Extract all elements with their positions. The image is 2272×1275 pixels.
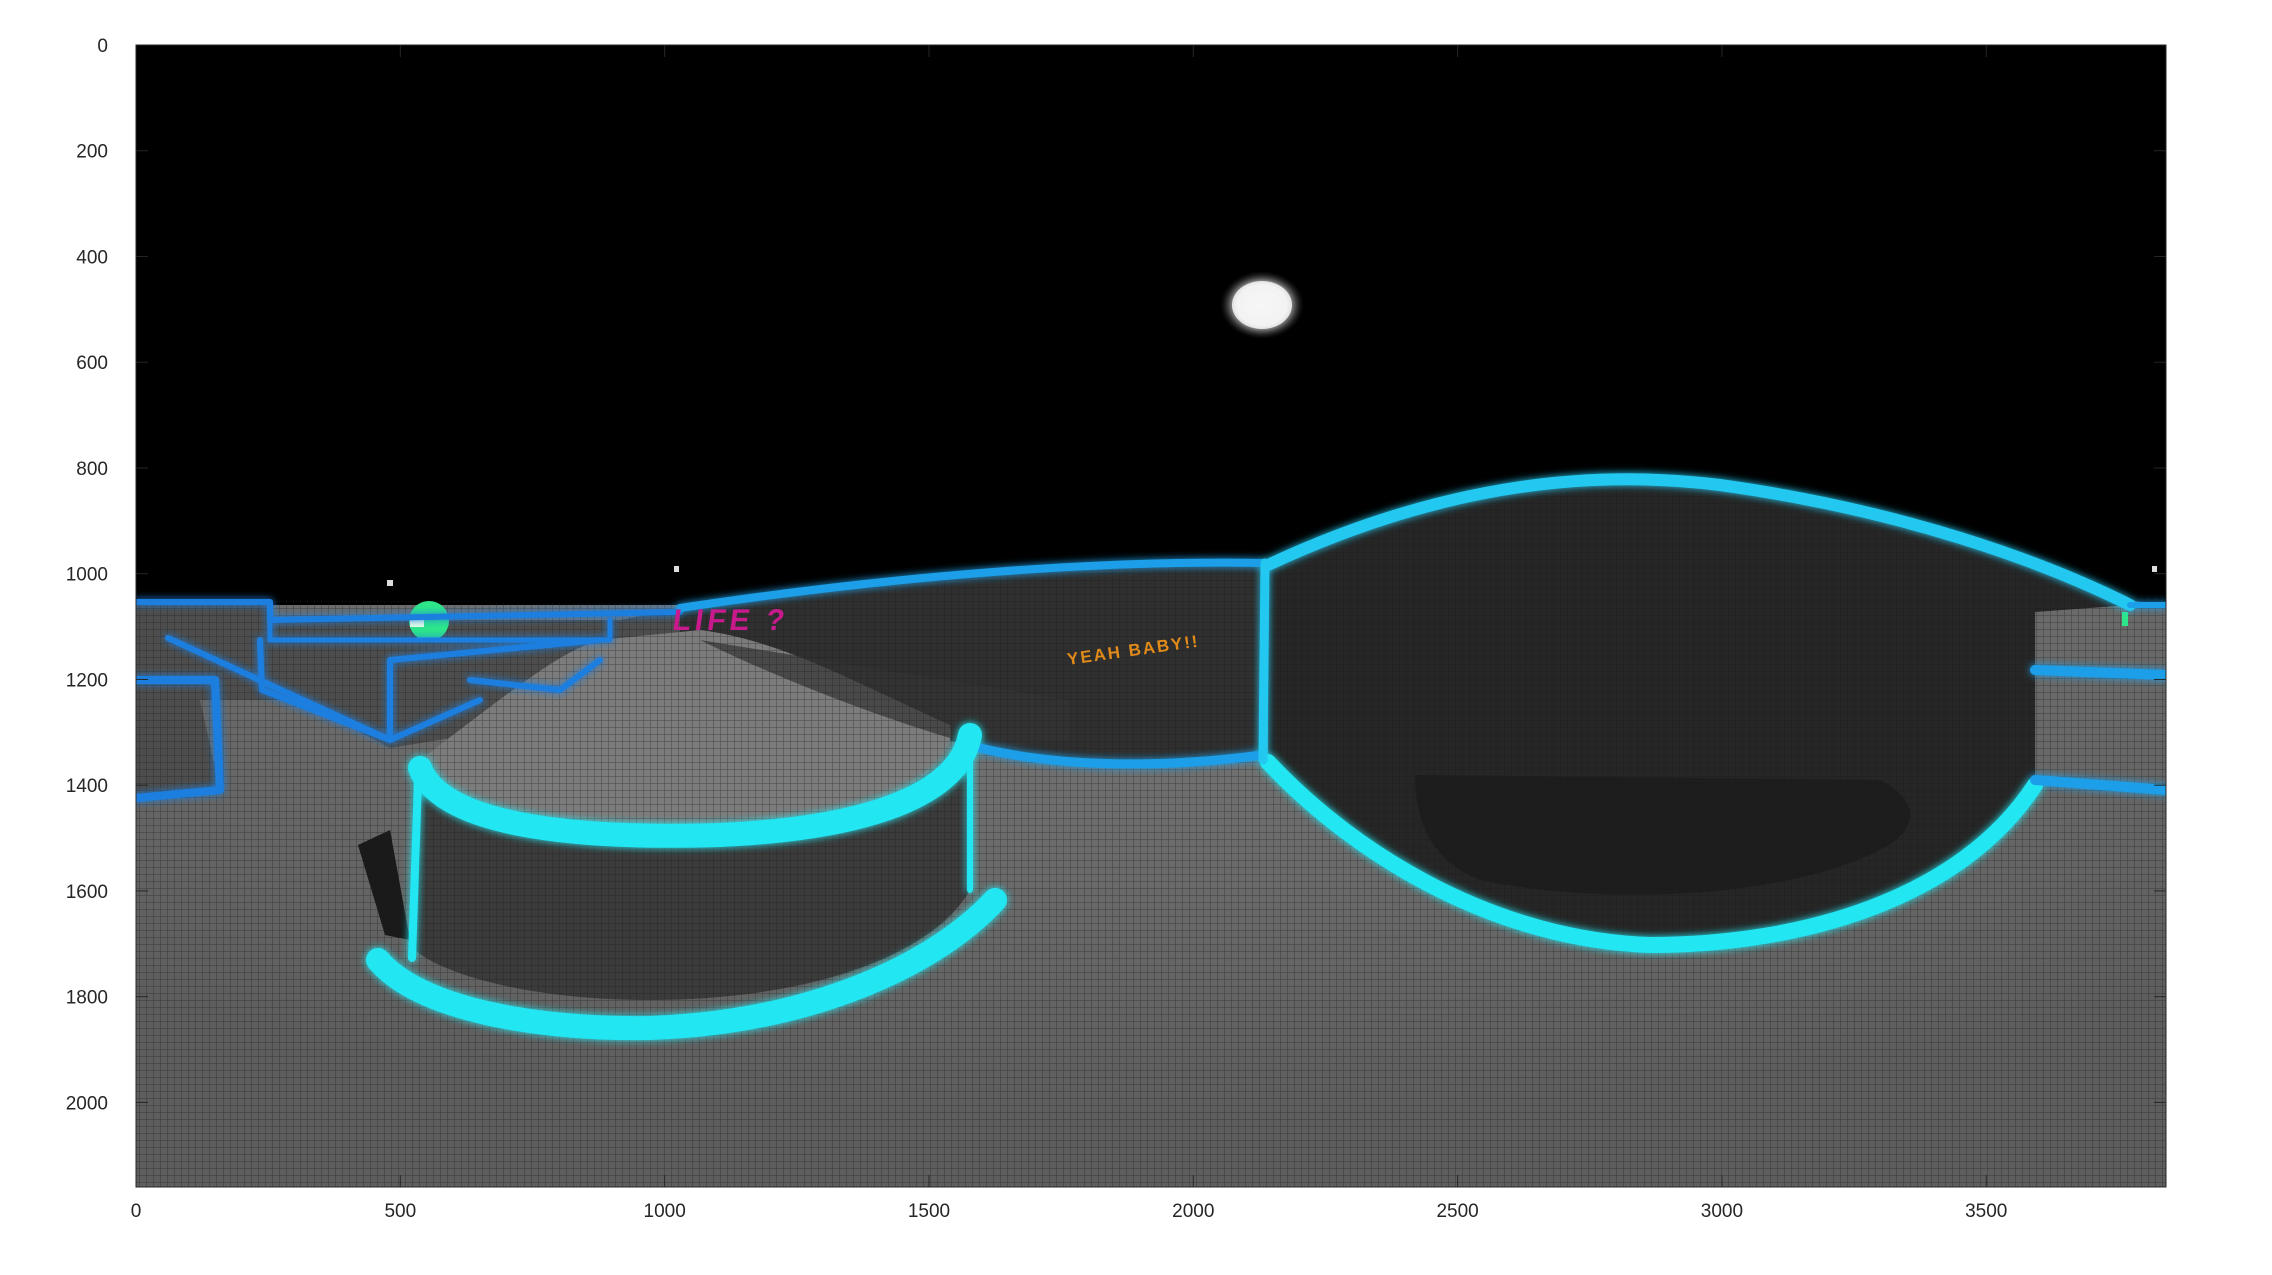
x-tick-label: 2000	[1172, 1201, 1214, 1222]
distant-light-1	[387, 580, 393, 586]
moon-core	[1232, 281, 1292, 329]
y-tick-label: 1000	[66, 565, 108, 586]
rendered-image: LIFE ? YEAH BABY!!	[136, 45, 2166, 1187]
image-plot: LIFE ? YEAH BABY!! 0 500 1000 1500 2000 2500 3…	[66, 36, 2167, 1222]
y-tick-label: 1600	[66, 882, 108, 903]
y-tick-label: 1800	[66, 988, 108, 1009]
distant-light-2	[674, 566, 679, 572]
figure-window: LIFE ? YEAH BABY!! 0 500 1000 1500 2000 2500 3…	[0, 0, 2272, 1270]
x-tick-label: 500	[384, 1201, 416, 1222]
green-sign	[2122, 612, 2128, 626]
y-tick-label: 1200	[66, 670, 108, 691]
y-tick-label: 800	[76, 459, 108, 480]
y-tick-label: 400	[76, 247, 108, 268]
x-tick-label: 0	[131, 1201, 142, 1222]
y-tick-label: 600	[76, 353, 108, 374]
x-tick-label: 1500	[908, 1201, 950, 1222]
x-tick-label: 3000	[1701, 1201, 1743, 1222]
x-tick-label: 1000	[644, 1201, 686, 1222]
y-tick-label: 0	[97, 36, 108, 57]
x-tick-label: 2500	[1436, 1201, 1478, 1222]
neon-right-edge-1	[2030, 665, 2166, 680]
x-tick-label: 3500	[1965, 1201, 2007, 1222]
distant-light-3	[2152, 566, 2157, 572]
magenta-sign-text: LIFE ?	[670, 604, 790, 637]
y-tick-label: 2000	[66, 1093, 108, 1114]
neon-dome-divider	[1258, 558, 1270, 765]
y-tick-label: 200	[76, 142, 108, 163]
y-tick-label: 1400	[66, 776, 108, 797]
